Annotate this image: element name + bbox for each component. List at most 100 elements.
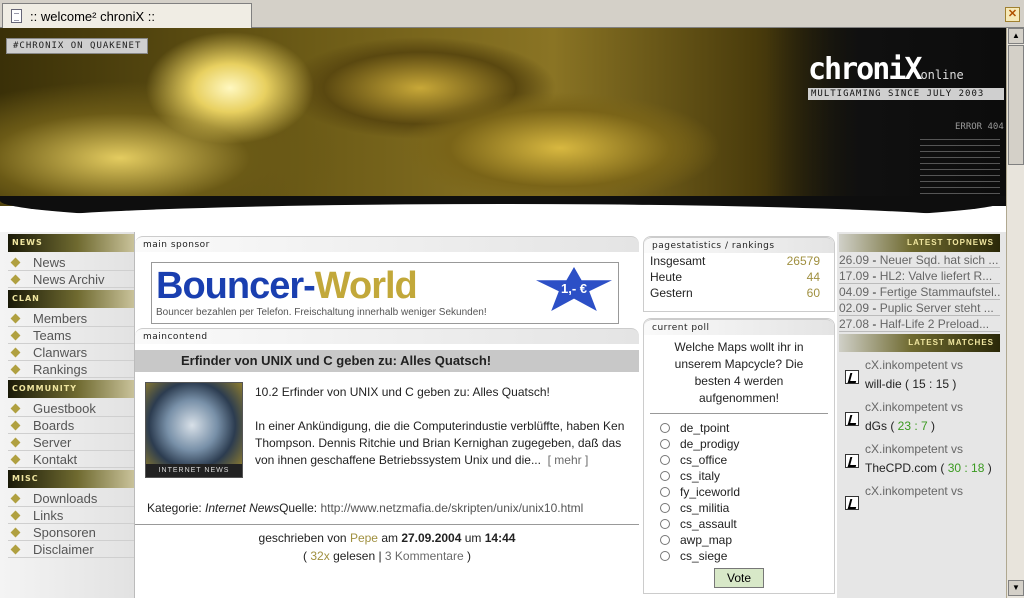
- sidebar-item-kontakt[interactable]: Kontakt: [8, 451, 134, 468]
- radio-button[interactable]: [660, 551, 670, 561]
- vote-button[interactable]: Vote: [714, 568, 764, 588]
- bouncer-world-banner[interactable]: Bouncer-World Bouncer bezahlen per Telef…: [151, 262, 619, 324]
- radio-button[interactable]: [660, 439, 670, 449]
- bullet-icon: [10, 510, 21, 520]
- poll-option-label: cs_italy: [680, 469, 721, 483]
- sidebar-item-label: Disclaimer: [33, 541, 94, 557]
- match-text: cX.inkompetent vs dGs ( 23 : 7 ): [865, 398, 963, 436]
- sidebar-item-guestbook[interactable]: Guestbook: [8, 400, 134, 417]
- match-score: 23 : 7: [897, 419, 928, 433]
- match-result: TheCPD.com ( 30 : 18 ): [865, 461, 992, 475]
- topnews-item[interactable]: 26.09 - Neuer Sqd. hat sich ...: [839, 252, 1000, 268]
- radio-button[interactable]: [660, 519, 670, 529]
- sidebar-item-clanwars[interactable]: Clanwars: [8, 344, 134, 361]
- poll-option[interactable]: de_prodigy: [644, 436, 834, 452]
- topnews-item[interactable]: 17.09 - HL2: Valve liefert R...: [839, 268, 1000, 284]
- sidebar-section-heading: COMMUNITY: [8, 380, 134, 398]
- poll-option[interactable]: de_tpoint: [644, 420, 834, 436]
- poll-option[interactable]: cs_italy: [644, 468, 834, 484]
- stat-label: Insgesamt: [650, 254, 706, 268]
- sidebar-item-server[interactable]: Server: [8, 434, 134, 451]
- news-category-line: Kategorie: Internet NewsQuelle: http://w…: [147, 501, 584, 515]
- stat-label: Heute: [650, 270, 683, 284]
- sidebar-item-label: Downloads: [33, 490, 98, 506]
- topnews-title: Puplic Server steht ...: [879, 301, 994, 315]
- sidebar-item-news[interactable]: News: [8, 254, 134, 271]
- tab-welcome[interactable]: :: welcome² chroniX ::: [2, 3, 252, 28]
- match-item[interactable]: cX.inkompetent vs will-die ( 15 : 15 ): [845, 356, 1000, 394]
- poll-option[interactable]: cs_siege: [644, 548, 834, 564]
- news-title[interactable]: Erfinder von UNIX und C geben zu: Alles …: [135, 350, 639, 372]
- scroll-thumb[interactable]: [1008, 45, 1024, 165]
- sidebar-item-boards[interactable]: Boards: [8, 417, 134, 434]
- comments-link[interactable]: 3 Kommentare: [385, 549, 464, 563]
- sidebar-section-heading: NEWS: [8, 234, 134, 252]
- sidebar-item-label: Server: [33, 434, 72, 450]
- header-banner: #CHRONIX ON QUAKENET chroniXonline MULTI…: [0, 28, 1006, 206]
- sidebar-item-links[interactable]: Links: [8, 507, 134, 524]
- topnews-item[interactable]: 04.09 - Fertige Stammaufstel...: [839, 284, 1000, 300]
- sidebar-section-heading: CLAN: [8, 290, 134, 308]
- bullet-icon: [10, 420, 21, 430]
- topnews-item[interactable]: 27.08 - Half-Life 2 Preload...: [839, 316, 1000, 332]
- match-item[interactable]: cX.inkompetent vs: [845, 482, 1000, 510]
- sidebar-item-label: Links: [33, 507, 64, 523]
- topnews-date: 27.08: [839, 317, 870, 331]
- topnews-title: Fertige Stammaufstel...: [879, 285, 1000, 299]
- scroll-up-arrow-icon[interactable]: ▲: [1008, 28, 1024, 44]
- poll-option-label: cs_siege: [680, 549, 728, 563]
- author-link[interactable]: Pepe: [350, 531, 378, 545]
- cs-game-icon: [845, 412, 859, 426]
- poll-option[interactable]: fy_iceworld: [644, 484, 834, 500]
- source-link[interactable]: http://www.netzmafia.de/skripten/unix/un…: [320, 501, 583, 515]
- irc-channel-label: #CHRONIX ON QUAKENET: [6, 38, 149, 54]
- topnews-item[interactable]: 02.09 - Puplic Server steht ...: [839, 300, 1000, 316]
- sidebar-item-rankings[interactable]: Rankings: [8, 361, 134, 378]
- poll-option-label: fy_iceworld: [680, 485, 741, 499]
- radio-button[interactable]: [660, 423, 670, 433]
- sidebar-item-downloads[interactable]: Downloads: [8, 490, 134, 507]
- poll-option[interactable]: cs_militia: [644, 500, 834, 516]
- radio-button[interactable]: [660, 487, 670, 497]
- bullet-icon: [10, 274, 21, 284]
- radio-button[interactable]: [660, 503, 670, 513]
- vertical-scrollbar[interactable]: ▲ ▼: [1006, 28, 1024, 598]
- sidebar-item-disclaimer[interactable]: Disclaimer: [8, 541, 134, 558]
- sidebar-item-teams[interactable]: Teams: [8, 327, 134, 344]
- more-link[interactable]: [ mehr ]: [548, 453, 589, 467]
- sponsor-heading: main sponsor: [135, 236, 639, 252]
- sidebar-item-label: News Archiv: [33, 271, 105, 287]
- match-opponent: dGs (: [865, 419, 898, 433]
- stat-row: Insgesamt 26579: [644, 253, 834, 269]
- scroll-down-arrow-icon[interactable]: ▼: [1008, 580, 1024, 596]
- topnews-date: 04.09: [839, 285, 870, 299]
- bullet-icon: [10, 493, 21, 503]
- radio-button[interactable]: [660, 535, 670, 545]
- match-score: 30 : 18: [947, 461, 985, 475]
- poll-option[interactable]: awp_map: [644, 532, 834, 548]
- topnews-title: Half-Life 2 Preload...: [879, 317, 990, 331]
- match-item[interactable]: cX.inkompetent vs TheCPD.com ( 30 : 18 ): [845, 440, 1000, 478]
- sidebar-item-members[interactable]: Members: [8, 310, 134, 327]
- close-tab-button[interactable]: ✕: [1005, 7, 1020, 22]
- sidebar-item-label: Teams: [33, 327, 72, 343]
- bullet-icon: [10, 257, 21, 267]
- site-logo[interactable]: chroniXonline: [808, 52, 964, 87]
- poll-option-label: awp_map: [680, 533, 733, 547]
- match-teams: cX.inkompetent vs: [865, 358, 964, 372]
- match-result: will-die ( 15 : 15 ): [865, 377, 957, 391]
- radio-button[interactable]: [660, 471, 670, 481]
- poll-option[interactable]: cs_office: [644, 452, 834, 468]
- match-teams: cX.inkompetent vs: [865, 400, 964, 414]
- sidebar-item-label: Members: [33, 310, 88, 326]
- sidebar-item-news-archiv[interactable]: News Archiv: [8, 271, 134, 288]
- sidebar-item-sponsoren[interactable]: Sponsoren: [8, 524, 134, 541]
- radio-button[interactable]: [660, 455, 670, 465]
- sidebar-item-label: Boards: [33, 417, 75, 433]
- stat-value: 60: [806, 286, 820, 300]
- news-footer: geschrieben von Pepe am 27.09.2004 um 14…: [258, 531, 516, 563]
- match-item[interactable]: cX.inkompetent vs dGs ( 23 : 7 ): [845, 398, 1000, 436]
- left-navigation: NEWS News News Archiv CLAN Members Teams Clanw…: [0, 232, 135, 598]
- right-sidebar: LATEST TOPNEWS 26.09 - Neuer Sqd. hat si…: [837, 232, 1006, 598]
- poll-option[interactable]: cs_assault: [644, 516, 834, 532]
